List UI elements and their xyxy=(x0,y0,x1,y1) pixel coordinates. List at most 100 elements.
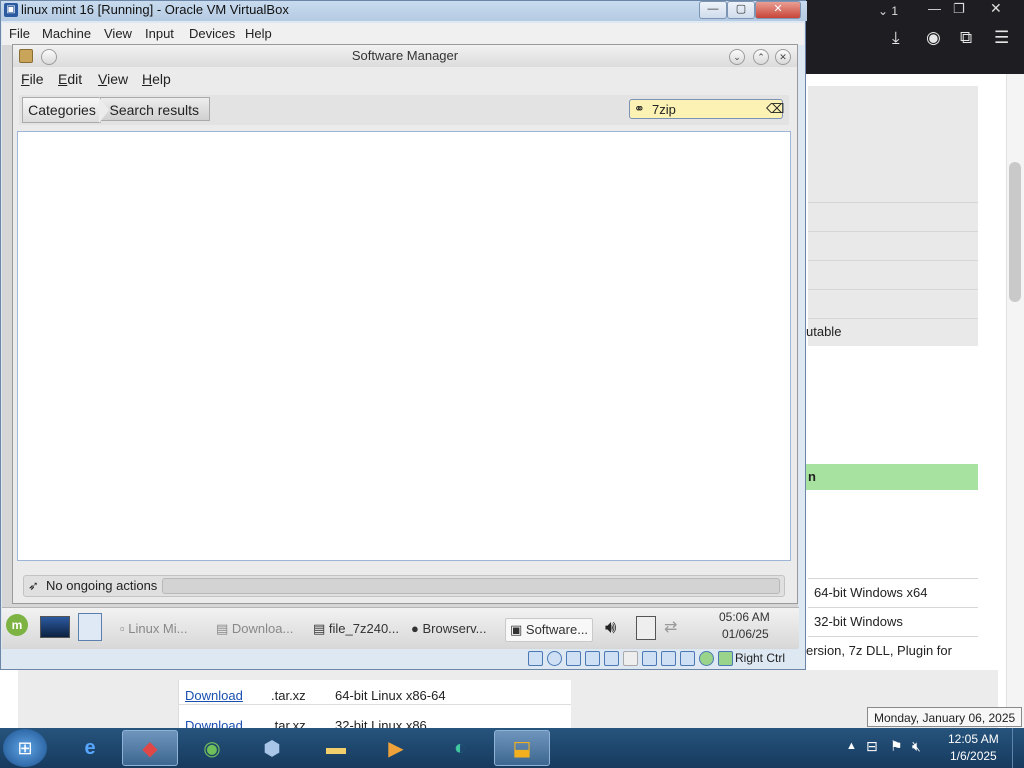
progress-bar xyxy=(162,578,780,594)
tray-clock-date[interactable]: 1/6/2025 xyxy=(950,749,997,763)
page-green-band: n xyxy=(800,464,978,490)
explorer-icon[interactable]: ▬ xyxy=(308,730,364,766)
software-manager-titlebar[interactable]: Software Manager ⌄ ⌃ ✕ xyxy=(13,45,797,67)
rocket-icon: ➶ xyxy=(28,578,39,593)
row-divider xyxy=(808,636,978,637)
file-ext: .tar.xz xyxy=(271,688,306,703)
hard-disk-icon[interactable] xyxy=(528,651,543,666)
virtualbox-taskbar-icon[interactable]: ⬢ xyxy=(244,730,300,766)
menu-input[interactable]: Input xyxy=(145,26,174,41)
breadcrumb-separator xyxy=(99,97,109,123)
software-manager-menubar: File Edit View Help xyxy=(13,67,797,93)
maximize-button[interactable]: ⌃ xyxy=(753,49,769,65)
status-bar: ➶ No ongoing actions xyxy=(23,575,785,597)
status-text: No ongoing actions xyxy=(46,578,158,593)
close-icon[interactable]: ✕ xyxy=(990,0,1002,17)
show-hidden-icons[interactable]: ▲ xyxy=(846,740,857,752)
breadcrumb-search-results[interactable]: Search results xyxy=(100,97,210,121)
date-tooltip: Monday, January 06, 2025 xyxy=(867,707,1023,727)
close-button[interactable]: ✕ xyxy=(755,1,801,19)
virtualization-icon[interactable] xyxy=(680,651,695,666)
close-button[interactable]: ✕ xyxy=(775,49,791,65)
row-divider xyxy=(808,289,978,290)
internet-explorer-icon[interactable]: e xyxy=(62,730,118,766)
minimize-icon[interactable]: — xyxy=(928,1,941,16)
volume-icon[interactable]: 🔊︎ xyxy=(605,617,616,638)
file-desc: 64-bit Linux x86-64 xyxy=(335,688,446,703)
browser-toolbar: ⌄ 1 — ❐ ✕ ⤓ ◉ ⧉ ☰ xyxy=(800,0,1024,74)
display-icon[interactable] xyxy=(642,651,657,666)
start-button[interactable]: ⊞ xyxy=(3,729,47,767)
windows-taskbar: ⊞ e ◆ ◉ ⬢ ▬ ▶ ◐ ⬓ ▲ ⊟ ⚑ 🔇︎ 12:05 AM 1/6/… xyxy=(0,728,1024,768)
breadcrumb-categories[interactable]: Categories xyxy=(22,97,101,123)
clock-date[interactable]: 01/06/25 xyxy=(722,627,769,641)
minimize-button[interactable]: ⌄ xyxy=(729,49,745,65)
network-icon[interactable]: ⇄ xyxy=(664,617,677,637)
download-icon[interactable]: ⤓ xyxy=(892,28,900,48)
menu-view[interactable]: View xyxy=(98,71,128,87)
shared-folders-icon[interactable] xyxy=(623,651,638,666)
minimize-button[interactable]: — xyxy=(699,1,727,19)
menu-help[interactable]: Help xyxy=(245,26,272,41)
table-row: Download .tar.xz 64-bit Linux x86-64 xyxy=(179,680,571,705)
mint-menu-icon[interactable]: m xyxy=(6,614,28,636)
search-input[interactable]: ⚭ 7zip ⌫ xyxy=(629,99,784,119)
download-link[interactable]: Download xyxy=(185,688,243,703)
teal-app-icon[interactable]: ◐ xyxy=(432,730,488,766)
update-manager-icon[interactable] xyxy=(636,616,656,640)
scrollbar-thumb[interactable] xyxy=(1009,162,1021,302)
menu-view[interactable]: View xyxy=(104,26,132,41)
keyboard-capture-icon[interactable] xyxy=(718,651,733,666)
tab-list-button[interactable]: ⌄ 1 xyxy=(878,4,898,18)
optical-drive-icon[interactable] xyxy=(547,651,562,666)
guest-screen[interactable]: Software Manager ⌄ ⌃ ✕ File Edit View He… xyxy=(2,44,799,665)
usb-icon[interactable] xyxy=(604,651,619,666)
network-tray-icon[interactable]: ⊟ xyxy=(866,738,878,755)
show-desktop-button[interactable] xyxy=(1012,728,1024,768)
mouse-integration-icon[interactable] xyxy=(699,651,714,666)
file-manager-icon[interactable] xyxy=(78,613,102,641)
tray-clock-time[interactable]: 12:05 AM xyxy=(948,732,999,746)
show-desktop-icon[interactable] xyxy=(40,616,70,638)
page-text: utable xyxy=(806,324,842,339)
task-linux-mint[interactable]: ▫ Linux Mi... xyxy=(120,618,187,640)
download-manager-icon[interactable]: ◉ xyxy=(184,730,240,766)
software-manager-window: Software Manager ⌄ ⌃ ✕ File Edit View He… xyxy=(12,44,798,604)
page-text: 64-bit Windows x64 xyxy=(814,585,928,600)
red-app-icon[interactable]: ◆ xyxy=(122,730,178,766)
row-divider xyxy=(808,231,978,232)
task-file[interactable]: ▤ file_7z240... xyxy=(313,618,399,640)
menu-icon[interactable]: ☰ xyxy=(994,28,1009,48)
download-table: Download .tar.xz 64-bit Linux x86-64 Dow… xyxy=(178,680,571,733)
page-green-text: n xyxy=(808,469,816,484)
virtualbox-icon: ▣ xyxy=(4,3,18,17)
network-adapter-icon[interactable] xyxy=(585,651,600,666)
task-downloads[interactable]: ▤ Downloa... xyxy=(216,618,293,640)
task-software-manager[interactable]: ▣ Software... xyxy=(505,618,594,642)
search-value: 7zip xyxy=(652,102,676,117)
account-icon[interactable]: ◉ xyxy=(926,28,941,48)
clock-time[interactable]: 05:06 AM xyxy=(719,610,770,624)
search-results-pane[interactable] xyxy=(17,131,791,561)
video-capture-icon[interactable] xyxy=(661,651,676,666)
page-text: ersion, 7z DLL, Plugin for xyxy=(806,643,952,658)
virtualbox-titlebar[interactable]: ▣ linux mint 16 [Running] - Oracle VM Vi… xyxy=(1,1,807,21)
menu-help[interactable]: Help xyxy=(142,71,171,87)
task-browser[interactable]: ● Browserv... xyxy=(411,618,487,640)
restore-icon[interactable]: ❐ xyxy=(953,1,965,17)
media-player-icon[interactable]: ▶ xyxy=(368,730,424,766)
row-divider xyxy=(808,202,978,203)
action-center-icon[interactable]: ⚑ xyxy=(890,738,903,755)
audio-icon[interactable] xyxy=(566,651,581,666)
menu-file[interactable]: File xyxy=(9,26,30,41)
menu-machine[interactable]: Machine xyxy=(42,26,91,41)
menu-devices[interactable]: Devices xyxy=(189,26,235,41)
speaker-muted-icon[interactable]: 🔇︎ xyxy=(912,738,921,755)
clear-search-icon[interactable]: ⌫ xyxy=(766,101,784,117)
menu-file[interactable]: File xyxy=(21,71,44,87)
software-manager-title: Software Manager xyxy=(351,48,459,63)
maximize-button[interactable]: ▢ xyxy=(727,1,755,19)
menu-edit[interactable]: Edit xyxy=(58,71,82,87)
extensions-icon[interactable]: ⧉ xyxy=(960,28,972,48)
active-app-icon[interactable]: ⬓ xyxy=(494,730,550,766)
